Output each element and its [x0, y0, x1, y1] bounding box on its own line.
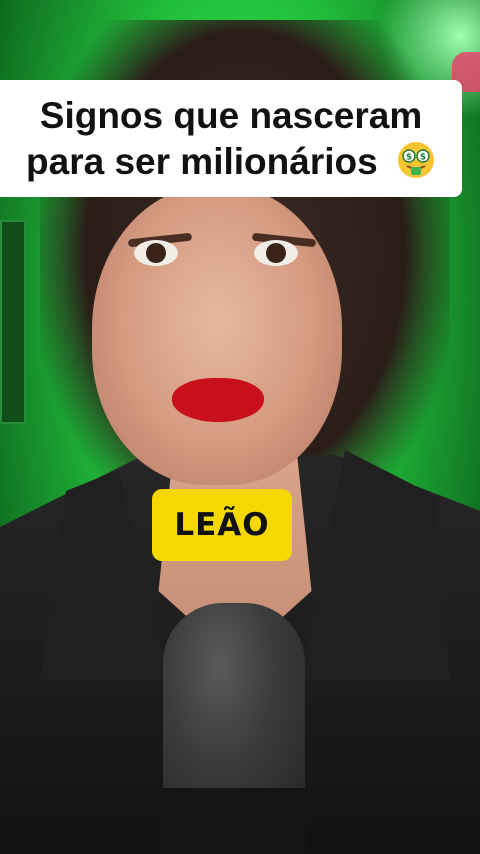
microphone-base	[158, 788, 308, 854]
caption-line-2-text: para ser milionários	[26, 140, 378, 182]
svg-text:$: $	[420, 152, 426, 162]
caption-box: Signos que nasceram para ser milionários…	[0, 80, 462, 197]
wall-frame	[0, 220, 26, 424]
svg-text:$: $	[406, 152, 412, 162]
microphone-icon	[163, 603, 305, 813]
caption-line-2: para ser milionários $ $	[26, 139, 436, 185]
money-mouth-face-icon: $ $	[397, 141, 434, 178]
left-eye	[134, 240, 178, 266]
video-frame: Signos que nasceram para ser milionários…	[0, 0, 480, 854]
caption-line-1: Signos que nasceram	[39, 94, 423, 136]
sign-label-badge: LEÃO	[152, 489, 292, 561]
face	[92, 185, 342, 485]
sign-label-text: LEÃO	[174, 507, 270, 543]
right-eye	[254, 240, 298, 266]
lips	[172, 378, 264, 422]
